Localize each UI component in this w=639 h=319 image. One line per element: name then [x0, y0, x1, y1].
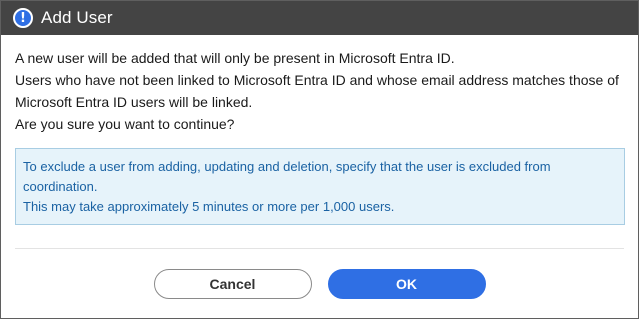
- ok-button[interactable]: OK: [327, 269, 486, 299]
- message-line: Are you sure you want to continue?: [15, 116, 235, 132]
- dialog-body: A new user will be added that will only …: [1, 35, 638, 225]
- info-exclamation-icon: !: [13, 8, 33, 28]
- add-user-dialog: ! Add User A new user will be added that…: [0, 0, 639, 319]
- cancel-button[interactable]: Cancel: [153, 269, 312, 299]
- message-line: A new user will be added that will only …: [15, 50, 455, 66]
- note-line: coordination.: [23, 179, 98, 194]
- dialog-title: Add User: [41, 8, 113, 27]
- info-note-box: To exclude a user from adding, updating …: [15, 148, 625, 225]
- footer-divider: [15, 248, 624, 249]
- note-line: To exclude a user from adding, updating …: [23, 159, 551, 174]
- message-line: Users who have not been linked to Micros…: [15, 72, 619, 88]
- dialog-buttons: Cancel OK: [1, 269, 638, 299]
- dialog-titlebar: ! Add User: [1, 1, 638, 35]
- message-line: Microsoft Entra ID users will be linked.: [15, 94, 253, 110]
- confirmation-message: A new user will be added that will only …: [15, 47, 624, 135]
- note-line: This may take approximately 5 minutes or…: [23, 199, 395, 214]
